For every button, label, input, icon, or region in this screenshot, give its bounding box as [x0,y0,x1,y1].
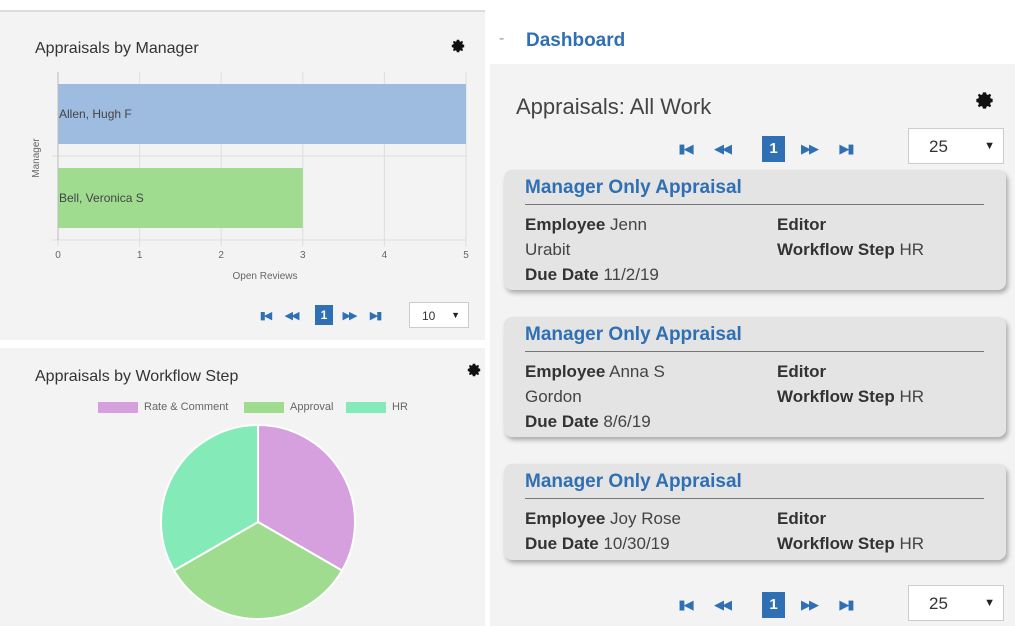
employee-field: Employee Joy Rose [525,506,681,531]
editor-field: Editor [777,506,826,531]
bottom-pager: ▮◀ ◀◀ 1 ▶▶ ▶▮ [672,591,859,619]
due-date-value: 10/30/19 [603,534,670,553]
first-page-icon[interactable]: ▮◀ [672,141,698,157]
due-date-field: Due Date 8/6/19 [525,409,651,434]
dashboard-title[interactable]: Dashboard [526,30,625,52]
employee-field: Employee Anna S [525,359,665,384]
first-page-icon[interactable]: ▮◀ [255,309,275,322]
next-page-icon[interactable]: ▶▶ [785,597,833,613]
chevron-down-icon: ▼ [451,310,460,320]
gear-icon[interactable] [974,90,995,111]
appraisal-card[interactable]: Manager Only Appraisal Employee Joy Rose… [504,464,1006,560]
bar-category-label: Bell, Veronica S [59,191,144,205]
last-page-icon[interactable]: ▶▮ [833,597,859,613]
workflow-step-field: Workflow Step HR [777,237,924,262]
workflow-step-label: Workflow Step [777,387,895,406]
due-date-value: 11/2/19 [603,265,659,284]
editor-label: Editor [777,215,827,234]
prev-page-icon[interactable]: ◀◀ [275,309,307,322]
workflow-step-value: HR [899,240,925,259]
card-title-link[interactable]: Manager Only Appraisal [525,471,742,493]
page-size-value: 10 [422,309,436,323]
x-tick-label: 1 [137,250,143,261]
appraisal-card[interactable]: Manager Only Appraisal Employee Anna S G… [504,317,1006,437]
x-tick-label: 2 [218,250,224,261]
card-divider [525,498,984,499]
page-size-value: 25 [929,137,948,156]
card-divider [525,351,984,352]
prev-page-icon[interactable]: ◀◀ [698,597,746,613]
page-size-value: 25 [929,594,948,613]
bar-chart: Allen, Hugh F Bell, Veronica S 0 1 2 3 4 5 Open … [31,72,469,282]
employee-label: Employee [525,215,606,234]
last-page-icon[interactable]: ▶▮ [833,141,859,157]
current-page-button[interactable]: 1 [762,136,785,162]
due-date-field: Due Date 11/2/19 [525,262,659,287]
current-page-button[interactable]: 1 [315,305,333,325]
employee-value-line2: Urabit [525,240,571,259]
appraisal-card[interactable]: Manager Only Appraisal Employee Jenn Ura… [504,170,1006,290]
workflow-step-value: HR [899,534,925,553]
appraisals-by-workflow-panel: Appraisals by Workflow Step Rate & Comme… [0,348,485,626]
first-page-icon[interactable]: ▮◀ [672,597,698,613]
employee-field: Employee Jenn [525,212,647,237]
x-tick-label: 4 [382,250,388,261]
employee-value: Joy Rose [610,509,681,528]
x-tick-label: 0 [55,250,61,261]
employee-value: Anna S [609,362,665,381]
due-date-value: 8/6/19 [603,412,651,431]
employee-label: Employee [525,509,606,528]
workflow-step-field: Workflow Step HR [777,531,924,556]
prev-page-icon[interactable]: ◀◀ [698,141,746,157]
all-work-title: Appraisals: All Work [516,94,712,119]
next-page-icon[interactable]: ▶▶ [333,309,365,322]
employee-label: Employee [525,362,606,381]
next-page-icon[interactable]: ▶▶ [785,141,833,157]
editor-field: Editor [777,212,826,237]
x-axis-label: Open Reviews [232,271,297,282]
workflow-step-label: Workflow Step [777,534,895,553]
top-pager: ▮◀ ◀◀ 1 ▶▶ ▶▮ [672,135,859,163]
collapse-icon[interactable]: - [499,30,504,48]
workflow-step-label: Workflow Step [777,240,895,259]
last-page-icon[interactable]: ▶▮ [365,309,385,322]
due-date-field: Due Date 10/30/19 [525,531,670,556]
y-axis-label: Manager [31,138,42,178]
pie-chart [160,423,356,620]
page-size-select[interactable]: 25 ▼ [908,585,1004,621]
card-title-link[interactable]: Manager Only Appraisal [525,324,742,346]
current-page-button[interactable]: 1 [762,592,785,618]
page-size-select[interactable]: 10 ▼ [409,302,469,328]
workflow-step-field: Workflow Step HR [777,384,924,409]
x-tick-label: 3 [300,250,306,261]
editor-label: Editor [777,509,827,528]
card-divider [525,204,984,205]
x-tick-label: 5 [463,250,469,261]
employee-value: Jenn [610,215,647,234]
card-title-link[interactable]: Manager Only Appraisal [525,177,742,199]
employee-value-line2: Gordon [525,387,582,406]
bar-category-label: Allen, Hugh F [59,107,132,121]
editor-field: Editor [777,359,826,384]
due-date-label: Due Date [525,534,599,553]
editor-label: Editor [777,362,827,381]
due-date-label: Due Date [525,412,599,431]
chevron-down-icon: ▼ [984,140,995,152]
page-size-select[interactable]: 25 ▼ [908,128,1004,164]
due-date-label: Due Date [525,265,599,284]
appraisals-by-manager-panel: Appraisals by Manager Allen, Hugh F Bell,… [0,10,485,340]
chevron-down-icon: ▼ [984,597,995,609]
bar-pager: ▮◀ ◀◀ 1 ▶▶ ▶▮ [255,304,385,326]
workflow-step-value: HR [899,387,925,406]
